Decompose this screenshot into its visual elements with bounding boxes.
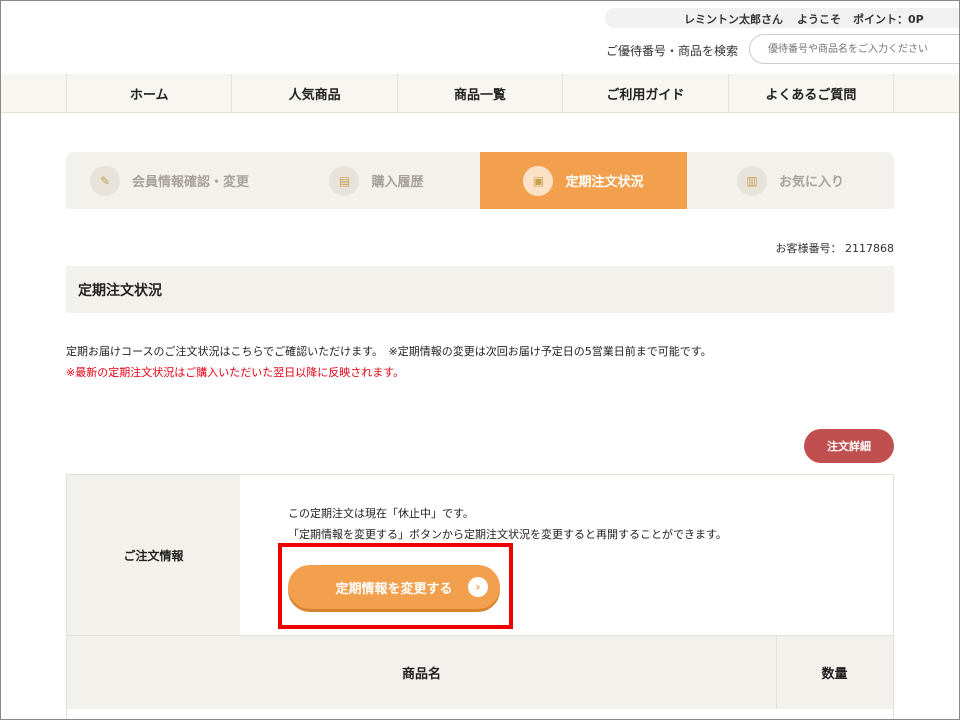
search-input[interactable] <box>749 34 959 64</box>
points-display: ポイント：0P <box>853 13 924 26</box>
resume-text: 「定期情報を変更する」ボタンから定期注文状況を変更すると再開することができます。 <box>288 528 727 541</box>
edit-icon: ✎ <box>89 165 120 196</box>
product-name-header: 商品名 <box>67 636 777 709</box>
nav-guide[interactable]: ご利用ガイド <box>562 74 727 112</box>
order-table: ご注文情報 この定期注文は現在「休止中」です。 「定期情報を変更する」ボタンから… <box>66 474 894 720</box>
tab-label: 会員情報確認・変更 <box>131 175 249 190</box>
welcome-text: ようこそ <box>797 13 841 26</box>
cart-icon: ▤ <box>329 165 360 196</box>
section-title: 定期注文状況 <box>66 266 894 313</box>
tab-subscription-status[interactable]: ▣ 定期注文状況 <box>480 152 687 209</box>
user-name: レミントン太郎さん <box>684 13 783 26</box>
nav-products[interactable]: 商品一覧 <box>396 74 562 112</box>
user-status-bar: レミントン太郎さん ようこそ ポイント：0P <box>605 8 960 28</box>
tab-label: お気に入り <box>778 175 844 190</box>
search-label: ご優待番号・商品を検索 <box>606 44 739 58</box>
mypage-tabs: ✎ 会員情報確認・変更 ▤ 購入履歴 ▣ 定期注文状況 ▥ お気に入り <box>66 152 894 209</box>
nav-faq[interactable]: よくあるご質問 <box>727 74 895 112</box>
product-table-header: 商品名 数量 <box>67 635 893 709</box>
order-detail-button[interactable]: 注文詳細 <box>804 429 894 463</box>
truck-icon: ▣ <box>523 165 554 196</box>
status-text: この定期注文は現在「休止中」です。 <box>288 507 474 520</box>
order-info-label: ご注文情報 <box>67 475 240 635</box>
notice-text: ※最新の定期注文状況はご購入いただいた翌日以降に反映されます。 <box>66 366 405 379</box>
nav-popular[interactable]: 人気商品 <box>231 74 396 112</box>
tab-member-info[interactable]: ✎ 会員情報確認・変更 <box>66 152 273 209</box>
chevron-right-icon: › <box>468 577 488 597</box>
change-button-label: 定期情報を変更する <box>335 581 453 597</box>
nav-home[interactable]: ホーム <box>66 74 231 112</box>
customer-number: お客様番号： 2117868 <box>775 242 895 255</box>
quantity-header: 数量 <box>821 667 848 682</box>
change-subscription-button[interactable]: 定期情報を変更する › <box>288 565 500 609</box>
tab-label: 購入履歴 <box>371 175 424 190</box>
favorite-icon: ▥ <box>736 165 767 196</box>
tab-favorites[interactable]: ▥ お気に入り <box>687 152 894 209</box>
tab-label: 定期注文状況 <box>565 175 644 190</box>
tab-purchase-history[interactable]: ▤ 購入履歴 <box>273 152 480 209</box>
main-nav: ホーム 人気商品 商品一覧 ご利用ガイド よくあるご質問 <box>0 74 960 113</box>
description-text: 定期お届けコースのご注文状況はこちらでご確認いただけます。 ※定期情報の変更は次… <box>66 345 712 358</box>
